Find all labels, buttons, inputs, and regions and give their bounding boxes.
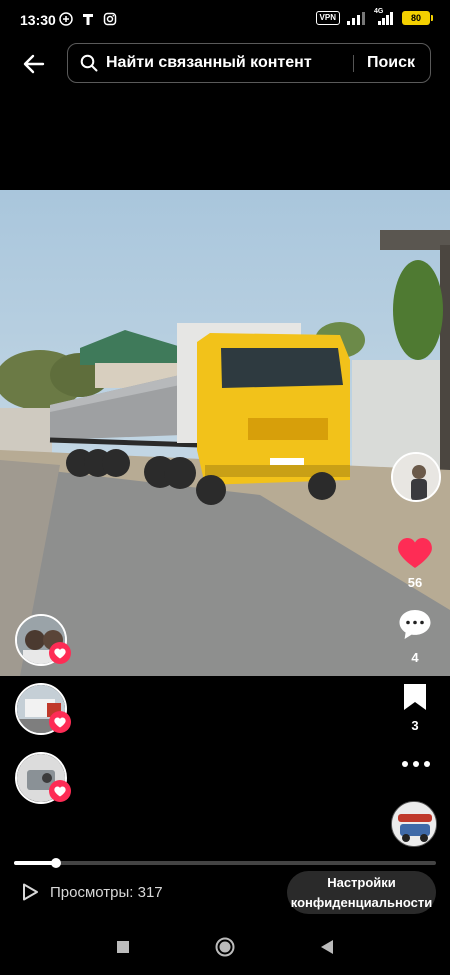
video-progress-bar[interactable] (14, 858, 436, 868)
signal-icon (347, 12, 365, 25)
search-divider (353, 55, 354, 72)
vpn-badge: VPN (315, 11, 340, 25)
search-icon (80, 54, 98, 72)
privacy-settings-button[interactable]: Настройки конфиденциальности (287, 871, 436, 914)
back-button[interactable] (18, 48, 50, 80)
square-icon (117, 941, 129, 953)
back-nav-button[interactable] (316, 936, 338, 958)
play-icon (23, 883, 38, 901)
bookmark-count: 3 (411, 718, 419, 733)
music-disc-icon (392, 802, 436, 846)
recent-apps-button[interactable] (112, 936, 134, 958)
arrow-left-icon (23, 54, 45, 74)
network-type: 4G (374, 8, 384, 15)
home-circle-icon (215, 937, 235, 957)
plus-circle-icon (59, 12, 73, 26)
comment-count: 4 (411, 650, 419, 665)
like-button[interactable] (397, 536, 433, 570)
more-options-button[interactable] (400, 756, 432, 772)
views-row: Просмотры: 317 (20, 882, 163, 902)
tiktok-t-icon (83, 14, 93, 25)
comment-icon (399, 610, 431, 639)
heart-icon (54, 648, 66, 658)
progress-fill (14, 861, 57, 865)
triangle-back-icon (321, 940, 333, 954)
network-signal: 4G (372, 8, 396, 25)
status-time: 13:30 (20, 12, 56, 28)
heart-icon (54, 786, 66, 796)
views-count: Просмотры: 317 (50, 883, 163, 901)
battery-indicator: 80 (402, 11, 433, 25)
more-dots-icon (402, 761, 430, 767)
related-like-badge (49, 642, 71, 664)
video-player[interactable] (0, 190, 450, 676)
instagram-icon (103, 12, 117, 26)
heart-icon (54, 717, 66, 727)
status-bar: 13:30 VPN 4G 80 (0, 0, 450, 40)
creator-avatar[interactable] (391, 452, 441, 502)
comment-button[interactable] (397, 607, 433, 643)
bookmark-icon (404, 684, 426, 710)
related-like-badge (49, 711, 71, 733)
like-count: 56 (407, 575, 423, 590)
search-input[interactable]: Найти связанный контент (106, 54, 312, 72)
search-bar[interactable]: Найти связанный контент Поиск (67, 43, 431, 83)
system-nav-bar (0, 920, 450, 975)
music-disc[interactable] (391, 801, 437, 847)
home-button[interactable] (214, 936, 236, 958)
progress-knob[interactable] (51, 858, 62, 868)
heart-icon (398, 538, 432, 568)
video-frame (0, 190, 450, 676)
bookmark-button[interactable] (402, 682, 428, 712)
search-submit-button[interactable]: Поиск (367, 54, 415, 72)
related-like-badge (49, 780, 71, 802)
